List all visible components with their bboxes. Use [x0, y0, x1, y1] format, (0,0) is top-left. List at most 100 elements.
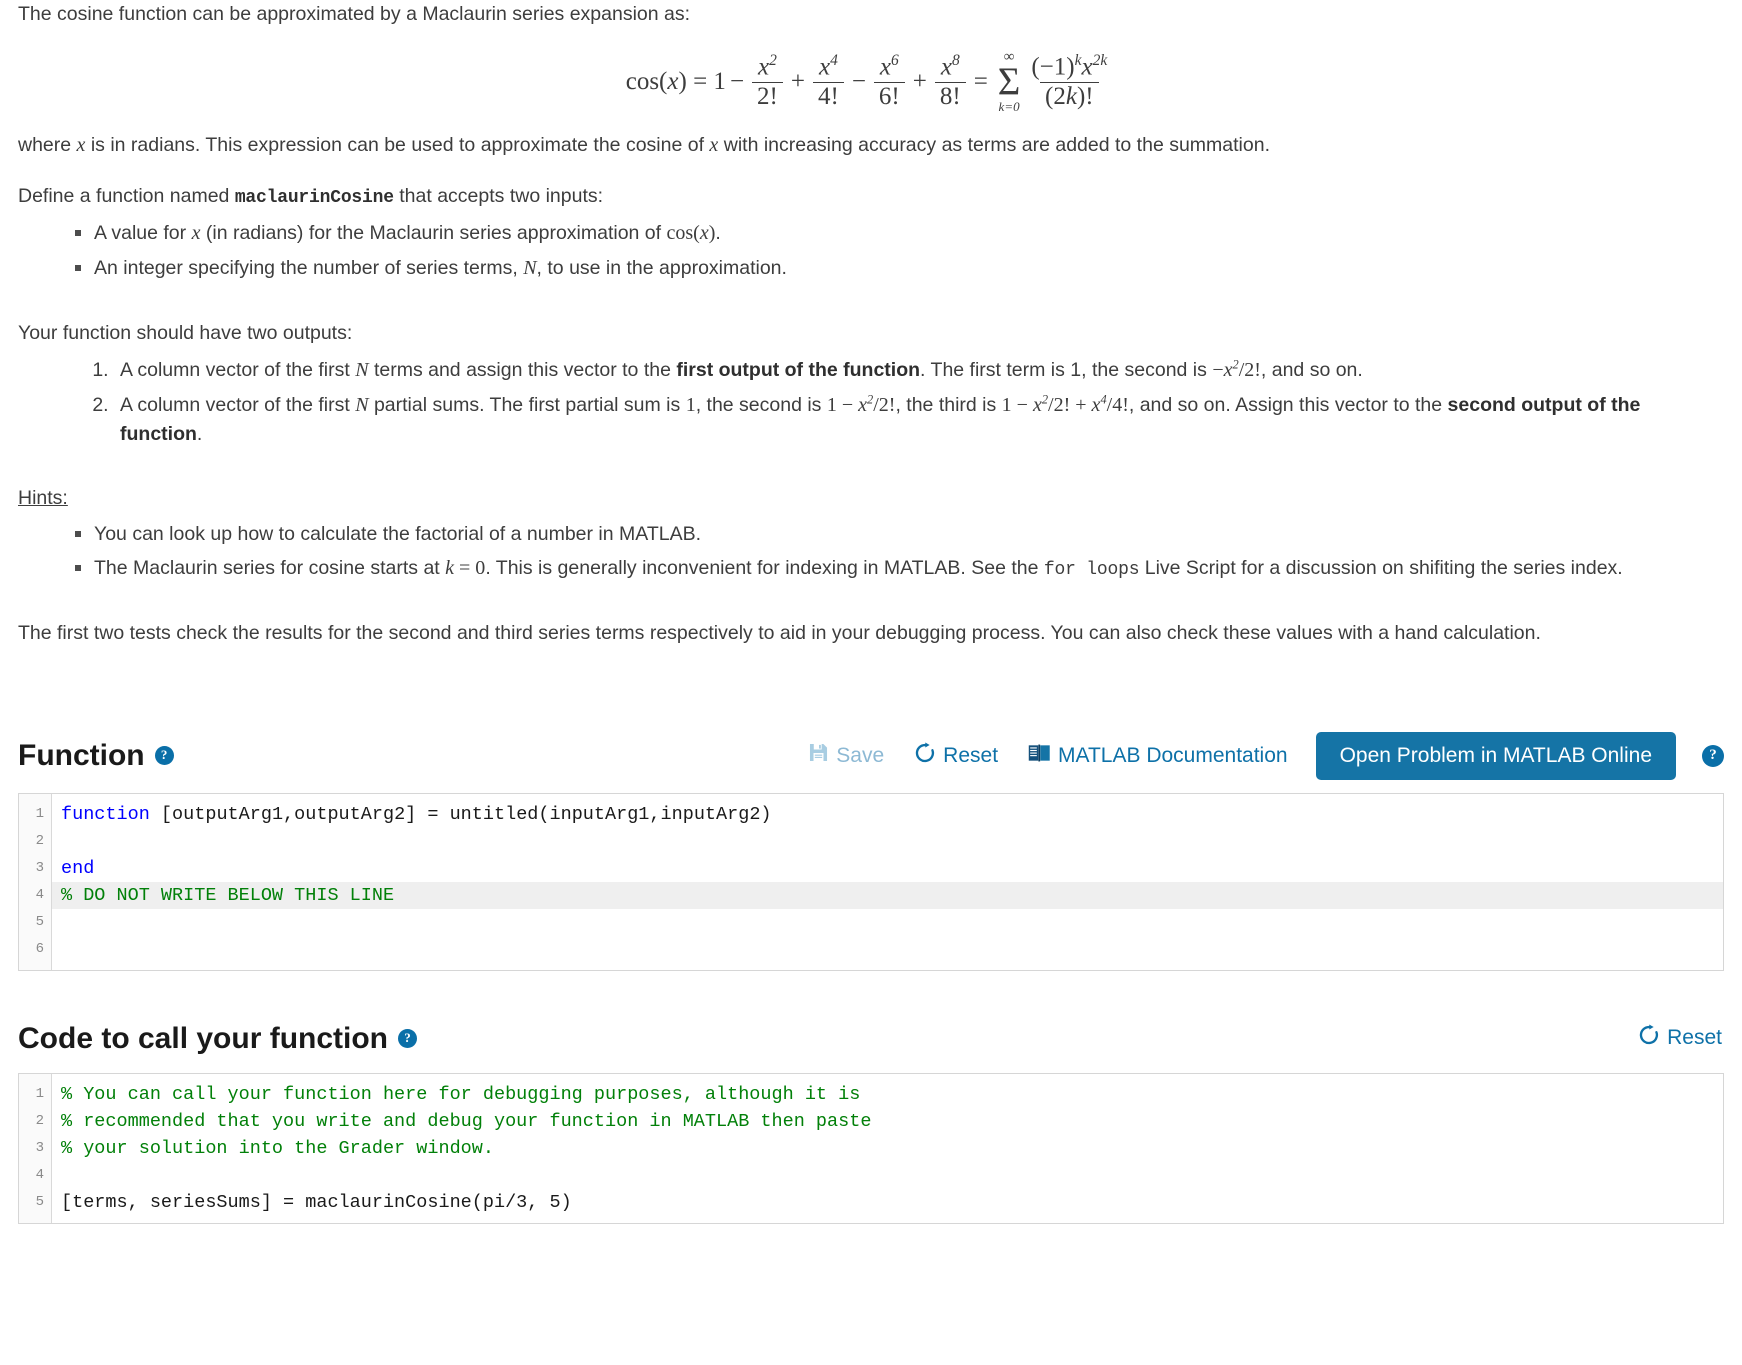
- help-icon[interactable]: ?: [154, 746, 174, 766]
- input-2-var: N: [523, 257, 537, 280]
- outputs-lead: Your function should have two outputs:: [18, 322, 353, 345]
- matlab-documentation-label: MATLAB Documentation: [1058, 743, 1288, 767]
- code-token-comment: % DO NOT WRITE BELOW THIS LINE: [61, 884, 395, 906]
- save-button-label: Save: [836, 743, 885, 767]
- input-item-2: An integer specifying the number of seri…: [75, 254, 1724, 283]
- define-text-1: Define a function named: [18, 185, 235, 208]
- open-problem-in-matlab-online-button[interactable]: Open Problem in MATLAB Online: [1315, 731, 1676, 780]
- formula-expression: cos(x) = 1 − x2 2! + x4 4! − x6 6! + x8 …: [626, 50, 1117, 113]
- reset-call-label: Reset: [1667, 1026, 1722, 1050]
- code-token-comment: % recommended that you write and debug y…: [61, 1111, 872, 1133]
- code-token-plain: [outputArg1,outputArg2] = untitled(input…: [149, 803, 772, 825]
- save-button[interactable]: Save: [806, 740, 886, 771]
- hint-2-text-a: The Maclaurin series for cosine starts a…: [94, 557, 446, 580]
- hint-2-math: k = 0: [445, 557, 486, 580]
- intro-paragraph: The cosine function can be approximated …: [18, 3, 691, 25]
- code-token-keyword: end: [61, 857, 95, 879]
- input-1-text-a: A value for: [94, 222, 192, 245]
- formula-term-2: x4 4!: [812, 53, 844, 110]
- where-text-2: is in radians. This expression can be us…: [85, 134, 710, 157]
- inputs-list: A value for x (in radians) for the Macla…: [18, 219, 1724, 283]
- code-line[interactable]: [52, 936, 1723, 963]
- input-1-text-b: (in radians) for the Maclaurin series ap…: [200, 222, 667, 245]
- define-paragraph: Define a function named maclaurinCosine …: [18, 182, 1724, 211]
- line-number: 5: [35, 1194, 44, 1211]
- code-token-comment: % You can call your function here for de…: [61, 1084, 861, 1106]
- formula-lhs: cos(x) = 1: [625, 67, 726, 95]
- line-number: 2: [35, 1113, 44, 1130]
- code-line[interactable]: % DO NOT WRITE BELOW THIS LINE: [52, 881, 1723, 909]
- call-title-group: Code to call your function ?: [18, 1017, 418, 1061]
- output-2-text-5: , and so on. Assign this vector to the: [1128, 393, 1448, 416]
- code-line[interactable]: [52, 828, 1723, 855]
- code-line[interactable]: % recommended that you write and debug y…: [52, 1108, 1723, 1135]
- output-2-text-3: , the second is: [695, 393, 827, 416]
- function-editor-code[interactable]: function [outputArg1,outputArg2] = untit…: [52, 794, 1723, 970]
- hint-item-2: The Maclaurin series for cosine starts a…: [75, 554, 1724, 583]
- output-1-math: −x2/2!: [1212, 356, 1261, 381]
- code-line[interactable]: function [outputArg1,outputArg2] = untit…: [52, 801, 1723, 828]
- output-2-math-3: 1 − x2/2! + x4/4!: [1001, 391, 1129, 416]
- hint-2-code: for loops: [1043, 560, 1140, 581]
- call-editor-code[interactable]: % You can call your function here for de…: [52, 1074, 1723, 1223]
- output-2-text-4: , the third is: [895, 393, 1002, 416]
- hint-1-text: You can look up how to calculate the fac…: [94, 523, 702, 546]
- where-text-3: with increasing accuracy as terms are ad…: [718, 134, 1270, 157]
- input-2-text-a: An integer specifying the number of seri…: [94, 257, 524, 280]
- formula-term-4: x8 8!: [934, 53, 966, 110]
- input-item-1: A value for x (in radians) for the Macla…: [75, 219, 1724, 248]
- closing-paragraph: The first two tests check the results fo…: [18, 622, 1541, 645]
- code-line[interactable]: [52, 909, 1723, 936]
- code-token-keyword: function: [61, 803, 150, 825]
- output-1-bold: first output of the function: [676, 358, 921, 381]
- input-2-text-b: , to use in the approximation.: [536, 257, 787, 280]
- output-1-text-4: , and so on.: [1260, 358, 1363, 381]
- outputs-list: A column vector of the first N terms and…: [18, 356, 1724, 448]
- page-title-code-to-call: Code to call your function: [18, 1021, 389, 1055]
- output-2-text-1: A column vector of the first: [120, 393, 356, 416]
- line-number: 4: [35, 886, 44, 903]
- problem-page: The cosine function can be approximated …: [0, 0, 1742, 1244]
- line-number: 4: [35, 1167, 44, 1184]
- line-number: 2: [35, 832, 44, 849]
- hint-2-text-c: Live Script for a discussion on shifitin…: [1139, 557, 1623, 580]
- output-2-var-n: N: [355, 393, 369, 416]
- call-section-header: Code to call your function ? Reset: [18, 1017, 1724, 1061]
- code-line[interactable]: [terms, seriesSums] = maclaurinCosine(pi…: [52, 1189, 1723, 1216]
- code-line[interactable]: [52, 1162, 1723, 1189]
- hints-list: You can look up how to calculate the fac…: [18, 520, 1724, 583]
- hints-heading: Hints:: [18, 484, 1724, 512]
- line-number: 3: [35, 859, 44, 876]
- formula-op-2: +: [790, 67, 805, 95]
- output-2-math-2: 1 − x2/2!: [826, 391, 896, 416]
- hints-title-text: Hints:: [18, 486, 68, 509]
- code-line[interactable]: % You can call your function here for de…: [52, 1081, 1723, 1108]
- code-line[interactable]: end: [52, 855, 1723, 882]
- formula-op-4: +: [912, 67, 927, 95]
- hint-item-1: You can look up how to calculate the fac…: [75, 520, 1724, 548]
- reset-function-label: Reset: [943, 743, 999, 767]
- function-title-group: Function ?: [18, 734, 174, 778]
- formula-op-3: −: [851, 67, 866, 95]
- function-toolbar: Save Reset MATLAB Documentation Open Pro…: [806, 731, 1724, 780]
- reset-function-button[interactable]: Reset: [912, 740, 1000, 772]
- problem-statement: The cosine function can be approximated …: [18, 0, 1724, 648]
- output-1-text-2: terms and assign this vector to the: [368, 358, 677, 381]
- function-name-code: maclaurinCosine: [234, 188, 394, 209]
- hint-2-text-b: . This is generally inconvenient for ind…: [485, 557, 1044, 580]
- where-paragraph: where x is in radians. This expression c…: [18, 131, 1724, 160]
- output-2-text-6: .: [196, 422, 203, 445]
- refresh-icon: [1638, 1024, 1660, 1052]
- formula-op-1: −: [729, 67, 745, 95]
- reset-call-button[interactable]: Reset: [1636, 1022, 1724, 1054]
- where-var-x2: x: [709, 134, 719, 157]
- toolbar-help-icon[interactable]: ?: [1702, 744, 1724, 767]
- formula-equals: =: [973, 67, 988, 95]
- call-code-editor[interactable]: 1 2 3 4 5 % You can call your function h…: [18, 1073, 1724, 1225]
- matlab-documentation-button[interactable]: MATLAB Documentation: [1026, 741, 1290, 771]
- function-code-editor[interactable]: 1 2 3 4 5 6 function [outputArg1,outputA…: [18, 792, 1724, 971]
- line-number: 1: [35, 1086, 44, 1103]
- help-icon[interactable]: ?: [398, 1028, 418, 1048]
- code-line[interactable]: % your solution into the Grader window.: [52, 1135, 1723, 1162]
- output-1-text-1: A column vector of the first: [120, 358, 356, 381]
